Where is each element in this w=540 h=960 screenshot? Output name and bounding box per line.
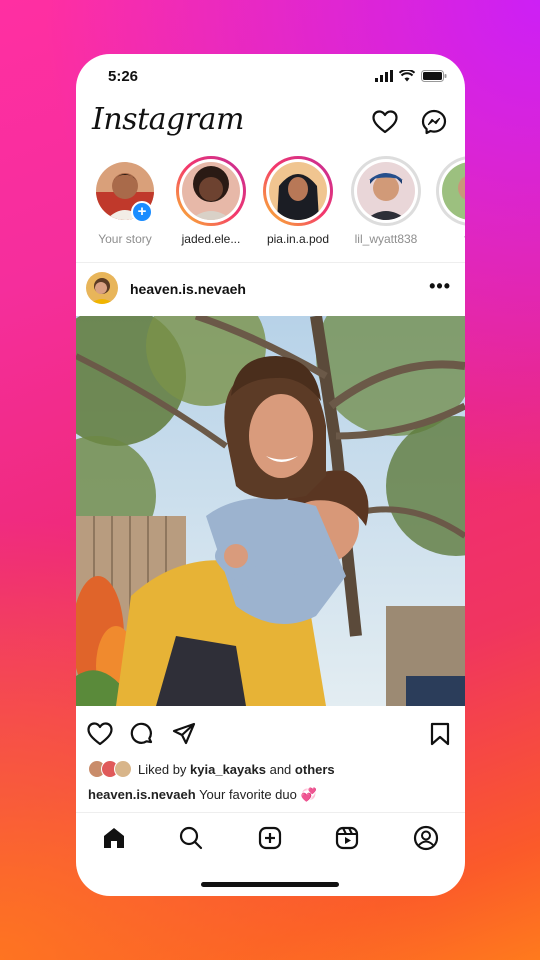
profile-icon [413, 825, 439, 851]
caption-text: Your favorite duo [199, 787, 297, 802]
post-header: heaven.is.nevaeh ••• [76, 270, 465, 310]
divider [76, 262, 465, 263]
wifi-icon [399, 70, 415, 82]
story-item[interactable]: jaded.ele... [174, 156, 248, 246]
story-label: lil_wyatt838 [354, 232, 418, 246]
post-photo[interactable] [76, 316, 465, 706]
avatar [357, 162, 415, 220]
bookmark-icon [430, 722, 450, 746]
avatar [114, 760, 132, 778]
liker-avatars [88, 760, 132, 778]
home-indicator [201, 882, 339, 887]
tab-home[interactable] [99, 823, 129, 853]
system-icons [375, 70, 447, 82]
post-username[interactable]: heaven.is.nevaeh [130, 281, 246, 297]
likes-row[interactable]: Liked by kyia_kayaks and others [88, 759, 335, 779]
comment-icon [130, 722, 153, 744]
share-button[interactable] [170, 720, 198, 748]
heart-icon [87, 722, 113, 746]
story-label: Your story [98, 232, 152, 246]
story-your-story[interactable]: + Your story [88, 156, 162, 246]
tab-profile[interactable] [411, 823, 441, 853]
notifications-button[interactable] [371, 108, 399, 136]
battery-icon [421, 70, 447, 82]
messenger-icon [421, 109, 447, 135]
story-label: fre [434, 232, 465, 246]
create-icon [258, 826, 282, 850]
post-avatar[interactable] [86, 272, 118, 304]
post-caption: heaven.is.nevaeh Your favorite duo 💞 [88, 787, 317, 803]
avatar [269, 162, 327, 220]
tab-bar [76, 812, 465, 863]
avatar [182, 162, 240, 220]
caption-username[interactable]: heaven.is.nevaeh [88, 787, 196, 802]
story-item[interactable]: fre [434, 156, 465, 246]
caption-emoji: 💞 [300, 787, 317, 802]
reels-icon [335, 826, 359, 850]
likes-prefix: Liked by [138, 761, 187, 777]
comment-button[interactable] [128, 720, 156, 748]
tab-create[interactable] [255, 823, 285, 853]
liker-username[interactable]: kyia_kayaks [190, 762, 266, 777]
signal-icon [375, 70, 393, 82]
more-options-icon[interactable]: ••• [429, 276, 451, 297]
post-actions [76, 718, 465, 750]
instagram-logo[interactable]: Instagram [92, 102, 244, 137]
status-bar: 5:26 [76, 54, 465, 98]
home-icon [104, 828, 124, 848]
likes-others[interactable]: others [295, 762, 335, 777]
phone-screen: 5:26 Instagram + Your story jaded.ele...… [76, 54, 465, 896]
story-label: pia.in.a.pod [266, 232, 330, 246]
likes-and: and [269, 761, 292, 777]
heart-icon [372, 110, 398, 134]
stories-tray: + Your story jaded.ele... pia.in.a.pod l… [76, 152, 465, 262]
share-icon [172, 722, 196, 745]
tab-search[interactable] [176, 823, 206, 853]
story-label: jaded.ele... [181, 232, 241, 246]
story-item[interactable]: pia.in.a.pod [261, 156, 335, 246]
tab-reels[interactable] [332, 823, 362, 853]
messenger-button[interactable] [420, 108, 448, 136]
app-header: Instagram [76, 98, 465, 148]
status-time: 5:26 [108, 68, 139, 85]
avatar [442, 162, 465, 220]
search-icon [179, 826, 203, 850]
like-button[interactable] [86, 720, 114, 748]
save-button[interactable] [426, 720, 454, 748]
story-item[interactable]: lil_wyatt838 [349, 156, 423, 246]
add-story-icon[interactable]: + [131, 201, 153, 223]
